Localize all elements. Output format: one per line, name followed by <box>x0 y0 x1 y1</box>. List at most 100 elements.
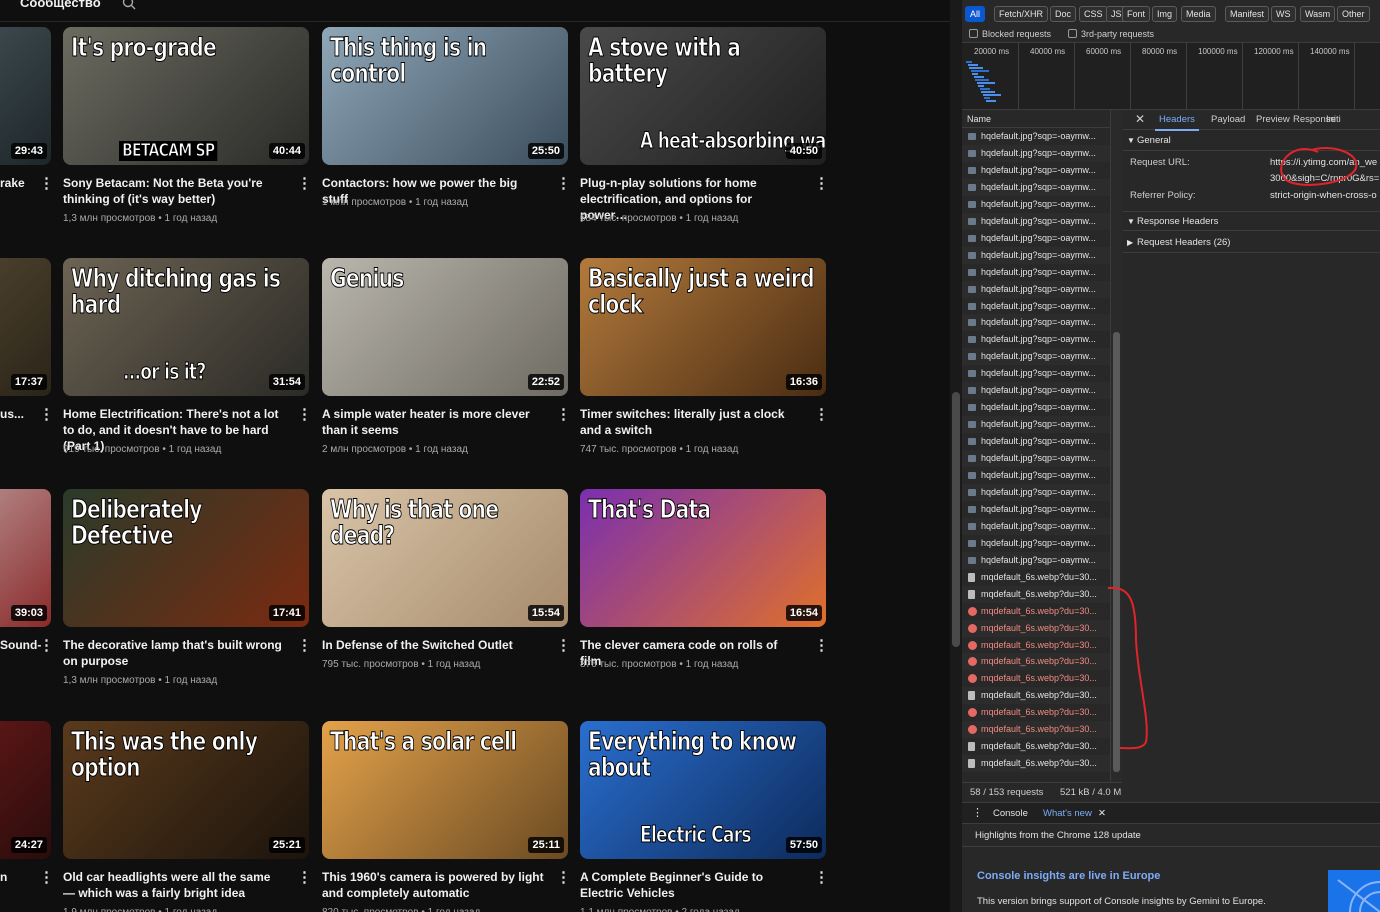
filter-doc[interactable]: Doc <box>1050 6 1077 22</box>
timeline-overview[interactable]: 20000 ms 40000 ms 60000 ms 80000 ms 100000 m… <box>962 42 1380 110</box>
request-row[interactable]: hqdefault.jpg?sqp=-oaymw... <box>962 467 1110 484</box>
more-options-icon[interactable]: ⋮ <box>39 407 54 424</box>
request-row[interactable]: mqdefault_6s.webp?du=30... <box>962 619 1110 637</box>
request-row[interactable]: mqdefault_6s.webp?du=30... <box>962 721 1110 739</box>
video-thumbnail[interactable]: Why ditching gas is hard ...or is it? 31:5… <box>63 258 309 396</box>
video-card[interactable]: This was the only option 25:21 Old car hea… <box>63 721 312 912</box>
video-thumbnail[interactable]: Genius 22:52 <box>322 258 568 396</box>
request-headers-section[interactable]: ▶ Request Headers (26) <box>1123 233 1380 253</box>
video-card[interactable]: That's a solar cell 25:11 This 1960's came… <box>322 721 571 912</box>
more-options-icon[interactable]: ⋮ <box>814 407 829 424</box>
request-row[interactable]: hqdefault.jpg?sqp=-oaymw... <box>962 162 1110 179</box>
request-row[interactable]: hqdefault.jpg?sqp=-oaymw... <box>962 196 1110 213</box>
more-options-icon[interactable]: ⋮ <box>556 638 571 655</box>
tab-console[interactable]: Console <box>993 808 1028 819</box>
video-card[interactable]: 39:03 Sound- ⋮ <box>0 489 54 669</box>
tab-payload[interactable]: Payload <box>1211 114 1245 125</box>
page-scrollbar-thumb[interactable] <box>952 392 960 647</box>
drawer-menu-icon[interactable]: ⋮ <box>972 806 983 819</box>
tab-community[interactable]: Сообщество <box>20 0 101 10</box>
more-options-icon[interactable]: ⋮ <box>297 870 312 887</box>
request-row[interactable]: hqdefault.jpg?sqp=-oaymw... <box>962 365 1110 382</box>
video-title[interactable]: A Complete Beginner's Guide to Electric … <box>580 869 802 901</box>
search-icon[interactable] <box>122 0 136 10</box>
request-row[interactable]: mqdefault_6s.webp?du=30... <box>962 603 1110 620</box>
request-row[interactable]: mqdefault_6s.webp?du=30... <box>962 704 1110 721</box>
video-thumbnail[interactable]: That's a solar cell 25:11 <box>322 721 568 859</box>
video-thumbnail[interactable]: Why is that one dead? 15:54 <box>322 489 568 627</box>
video-thumbnail[interactable]: 29:43 <box>0 27 51 165</box>
request-row[interactable]: hqdefault.jpg?sqp=-oaymw... <box>962 433 1110 450</box>
request-row[interactable]: hqdefault.jpg?sqp=-oaymw... <box>962 331 1110 348</box>
close-icon[interactable]: ✕ <box>1098 808 1106 819</box>
video-thumbnail[interactable]: That's Data 16:54 <box>580 489 826 627</box>
request-row[interactable]: hqdefault.jpg?sqp=-oaymw... <box>962 551 1110 569</box>
request-row[interactable]: mqdefault_6s.webp?du=30... <box>962 687 1110 705</box>
page-scrollbar[interactable] <box>950 0 962 912</box>
video-card[interactable]: Basically just a weird clock 16:36 Timer s… <box>580 258 829 455</box>
request-row[interactable]: hqdefault.jpg?sqp=-oaymw... <box>962 264 1110 281</box>
filter-img[interactable]: Img <box>1152 6 1178 22</box>
video-card[interactable]: A stove with a battery A heat-absorbing w… <box>580 27 829 224</box>
request-list-scrollbar-thumb[interactable] <box>1113 332 1120 772</box>
more-options-icon[interactable]: ⋮ <box>556 870 571 887</box>
video-card[interactable]: Everything to know about Electric Cars 57:… <box>580 721 829 912</box>
request-row[interactable]: mqdefault_6s.webp?du=30... <box>962 637 1110 654</box>
video-card[interactable]: 17:37us...d?⋮ <box>0 258 54 438</box>
video-thumbnail[interactable]: This was the only option 25:21 <box>63 721 309 859</box>
filter-manifest[interactable]: Manifest <box>1225 6 1270 22</box>
video-title[interactable]: This 1960's camera is powered by light a… <box>322 869 544 901</box>
more-options-icon[interactable]: ⋮ <box>814 638 829 655</box>
name-column-header[interactable]: Name <box>962 110 1122 128</box>
tab-headers[interactable]: Headers <box>1155 114 1199 131</box>
video-card[interactable]: It's pro-grade BETACAM SP 40:44 Sony Betaca… <box>63 27 312 224</box>
request-row[interactable]: hqdefault.jpg?sqp=-oaymw... <box>962 517 1110 535</box>
video-card[interactable]: Genius 22:52 A simple water heater is more… <box>322 258 571 455</box>
video-card[interactable]: This thing is in control 25:50 Contactors:… <box>322 27 571 208</box>
more-options-icon[interactable]: ⋮ <box>39 870 54 887</box>
request-row[interactable]: hqdefault.jpg?sqp=-oaymw... <box>962 128 1110 145</box>
filter-media[interactable]: Media <box>1181 6 1216 22</box>
third-party-checkbox[interactable]: 3rd-party requests <box>1068 29 1154 39</box>
video-card[interactable]: Deliberately Defective 17:41 The decorativ… <box>63 489 312 686</box>
more-options-icon[interactable]: ⋮ <box>556 407 571 424</box>
filter-font[interactable]: Font <box>1122 6 1151 22</box>
close-icon[interactable]: ✕ <box>1135 112 1145 126</box>
more-options-icon[interactable]: ⋮ <box>297 638 312 655</box>
video-thumbnail[interactable]: It's pro-grade BETACAM SP 40:44 <box>63 27 309 165</box>
request-row[interactable]: mqdefault_6s.webp?du=30... <box>962 670 1110 687</box>
request-row[interactable]: hqdefault.jpg?sqp=-oaymw... <box>962 230 1110 247</box>
request-row[interactable]: hqdefault.jpg?sqp=-oaymw... <box>962 501 1110 518</box>
request-row[interactable]: hqdefault.jpg?sqp=-oaymw... <box>962 348 1110 366</box>
request-row[interactable]: hqdefault.jpg?sqp=-oaymw... <box>962 178 1110 196</box>
filter-all[interactable]: All <box>965 6 986 22</box>
video-thumbnail[interactable]: This thing is in control 25:50 <box>322 27 568 165</box>
video-thumbnail[interactable]: Basically just a weird clock 16:36 <box>580 258 826 396</box>
request-row[interactable]: hqdefault.jpg?sqp=-oaymw... <box>962 298 1110 315</box>
filter-css[interactable]: CSS <box>1079 6 1108 22</box>
video-card[interactable]: Why is that one dead? 15:54 In Defense of … <box>322 489 571 670</box>
response-headers-section[interactable]: ▼ Response Headers <box>1123 211 1380 231</box>
request-row[interactable]: mqdefault_6s.webp?du=30... <box>962 569 1110 586</box>
more-options-icon[interactable]: ⋮ <box>814 870 829 887</box>
request-row[interactable]: hqdefault.jpg?sqp=-oaymw... <box>962 314 1110 332</box>
video-thumbnail[interactable]: Everything to know about Electric Cars 57:… <box>580 721 826 859</box>
more-options-icon[interactable]: ⋮ <box>297 176 312 193</box>
more-options-icon[interactable]: ⋮ <box>297 407 312 424</box>
video-thumbnail[interactable]: A stove with a battery A heat-absorbing w… <box>580 27 826 165</box>
blocked-requests-checkbox[interactable]: Blocked requests <box>969 29 1051 39</box>
video-card[interactable]: 24:27 n ⋮ <box>0 721 54 901</box>
tab-whats-new[interactable]: What's new <box>1043 808 1092 819</box>
request-row[interactable]: mqdefault_6s.webp?du=30... <box>962 755 1110 773</box>
video-title[interactable]: A simple water heater is more clever tha… <box>322 406 544 438</box>
tab-initi[interactable]: Initi <box>1326 114 1341 125</box>
request-row[interactable]: mqdefault_6s.webp?du=30... <box>962 738 1110 755</box>
request-row[interactable]: mqdefault_6s.webp?du=30... <box>962 653 1110 671</box>
video-thumbnail[interactable]: 17:37 <box>0 258 51 396</box>
insights-link[interactable]: Console insights are live in Europe <box>977 870 1160 882</box>
more-options-icon[interactable]: ⋮ <box>39 638 54 655</box>
video-card[interactable]: That's Data 16:54 The clever camera code o… <box>580 489 829 670</box>
video-title[interactable]: Sony Betacam: Not the Beta you're thinki… <box>63 175 285 207</box>
video-title[interactable]: Timer switches: literally just a clock a… <box>580 406 802 438</box>
request-row[interactable]: hqdefault.jpg?sqp=-oaymw... <box>962 416 1110 434</box>
